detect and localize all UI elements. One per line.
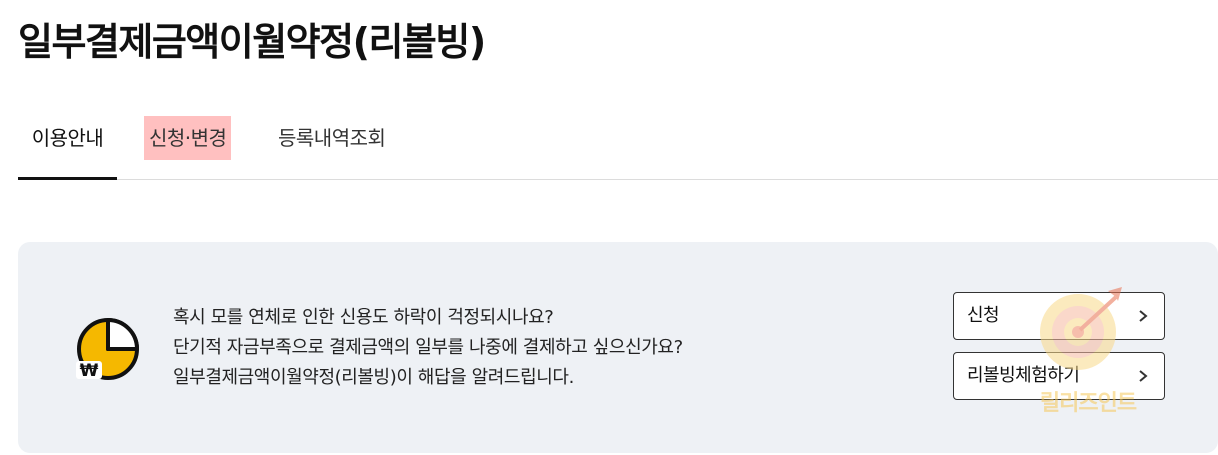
chevron-right-icon <box>1139 310 1148 322</box>
page-title: 일부결제금액이월약정(리볼빙) <box>18 20 486 64</box>
info-line: 혹시 모를 연체로 인한 신용도 하락이 걱정되시나요? <box>173 307 554 328</box>
tab-label: 이용안내 <box>31 126 104 150</box>
tab-apply-change[interactable]: 신청·변경 <box>144 113 232 179</box>
info-box: ₩ 혹시 모를 연체로 인한 신용도 하락이 걱정되시나요? 단기적 자금부족으… <box>18 242 1218 453</box>
apply-button[interactable]: 신청 <box>953 292 1165 340</box>
tab-registration-history[interactable]: 등록내역조회 <box>278 113 386 179</box>
tab-label: 등록내역조회 <box>278 126 386 150</box>
clock-won-icon: ₩ <box>76 318 139 381</box>
tab-bar: 이용안내 신청·변경 등록내역조회 <box>18 113 1218 180</box>
info-description: 혹시 모를 연체로 인한 신용도 하락이 걱정되시나요? 단기적 자금부족으로 … <box>173 303 683 393</box>
trial-button-label: 리볼빙체험하기 <box>967 365 1080 386</box>
revolving-trial-button[interactable]: 리볼빙체험하기 <box>953 352 1165 400</box>
tab-label: 신청·변경 <box>144 116 232 160</box>
chevron-right-icon <box>1139 370 1148 382</box>
info-line: 일부결제금액이월약정(리볼빙)이 해답을 알려드립니다. <box>173 367 574 388</box>
apply-button-label: 신청 <box>967 305 1000 326</box>
tab-usage-guide[interactable]: 이용안내 <box>18 113 117 180</box>
info-line: 단기적 자금부족으로 결제금액의 일부를 나중에 결제하고 싶으신가요? <box>173 337 683 358</box>
won-glyph: ₩ <box>80 361 99 381</box>
